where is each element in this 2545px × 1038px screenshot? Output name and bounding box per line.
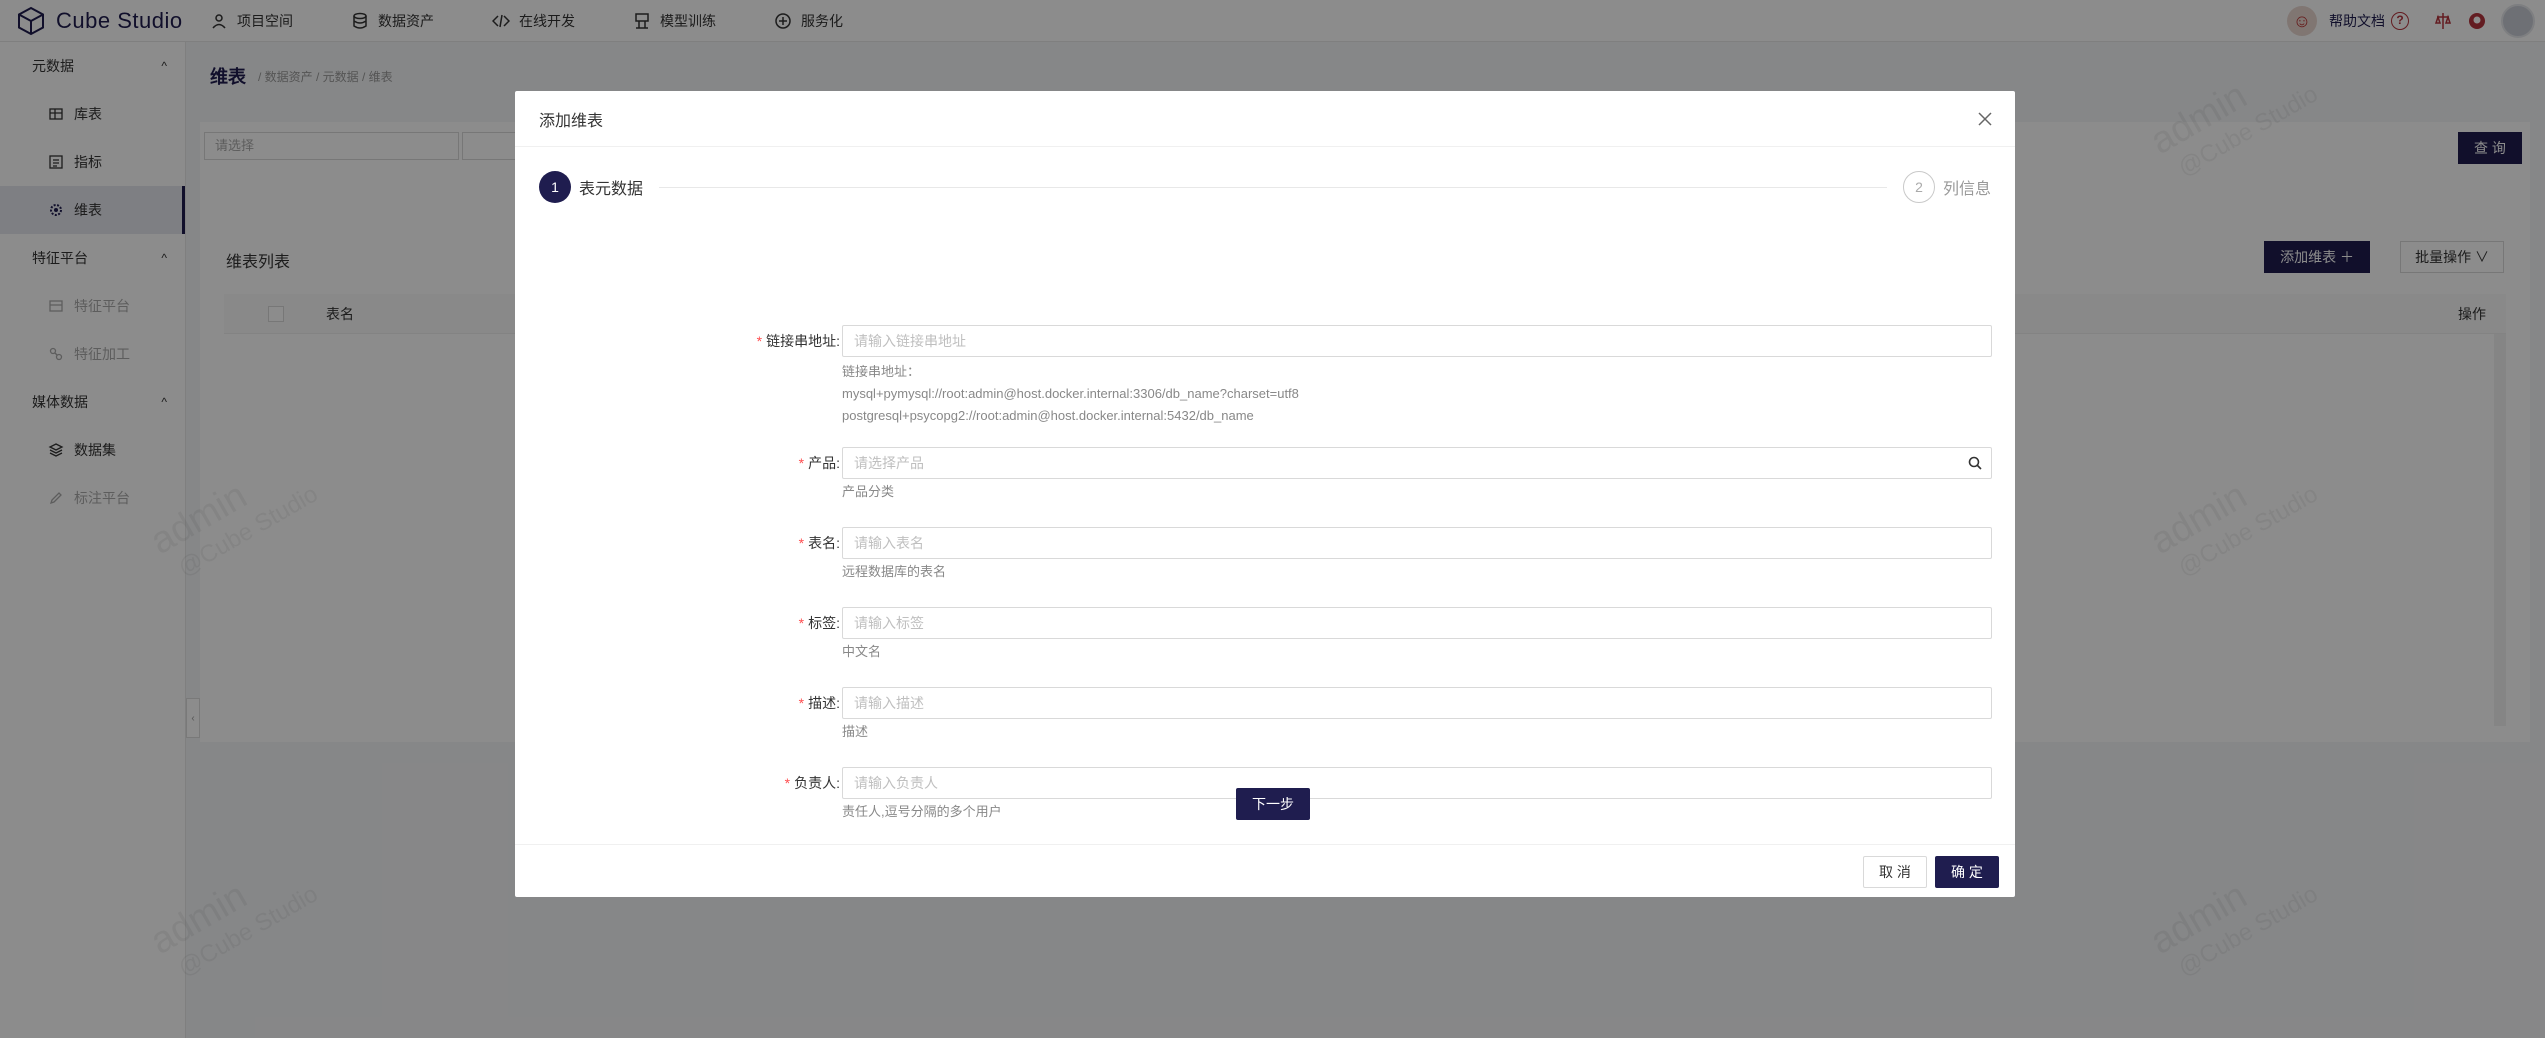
step-2-number: 2 [1902, 171, 1935, 203]
product-label: * 产品: [798, 455, 840, 471]
owner-label: * 负责人: [784, 775, 840, 791]
table-name-help: 远程数据库的表名 [842, 564, 947, 579]
step-1-title: 表元数据 [579, 181, 644, 198]
description-help: 描述 [842, 724, 869, 739]
owner-field[interactable] [842, 767, 1992, 799]
confirm-button[interactable]: 确 定 [1935, 856, 1999, 888]
cancel-button[interactable]: 取 消 [1863, 856, 1927, 888]
url-help-mysql: mysql+pymysql://root:admin@host.docker.i… [842, 386, 1299, 401]
table-name-label: * 表名: [798, 535, 840, 551]
modal-footer: 取 消 确 定 [515, 844, 2015, 897]
url-help-title: 链接串地址： [842, 364, 921, 379]
modal-header: 添加维表 [515, 91, 2015, 147]
step-1-number: 1 [539, 171, 571, 203]
url-field[interactable] [842, 325, 1992, 357]
steps: 1 表元数据 2 列信息 [539, 171, 1991, 203]
close-button[interactable] [1971, 105, 1999, 133]
close-icon [1978, 112, 1992, 126]
add-dimension-table-modal: 添加维表 1 表元数据 2 列信息 *链接串地址: 链接串地址： mysql+p… [515, 91, 2015, 897]
step-connector [659, 186, 1887, 188]
modal-title: 添加维表 [539, 112, 604, 130]
product-help: 产品分类 [842, 484, 895, 499]
tag-label: * 标签: [798, 615, 840, 631]
description-field[interactable] [842, 687, 1992, 719]
url-help-postgres: postgresql+psycopg2://root:admin@host.do… [842, 408, 1254, 423]
url-help: 链接串地址： mysql+pymysql://root:admin@host.d… [842, 361, 1299, 427]
next-step-button[interactable]: 下一步 [1236, 788, 1310, 820]
product-field[interactable] [842, 447, 1992, 479]
step-2-title: 列信息 [1942, 181, 1991, 198]
table-name-field[interactable] [842, 527, 1992, 559]
tag-field[interactable] [842, 607, 1992, 639]
url-label: * 链接串地址: [756, 333, 840, 349]
owner-help: 责任人,逗号分隔的多个用户 [842, 804, 1002, 819]
tag-help: 中文名 [842, 644, 882, 659]
description-label: * 描述: [798, 695, 840, 711]
search-icon[interactable] [1967, 455, 1983, 471]
